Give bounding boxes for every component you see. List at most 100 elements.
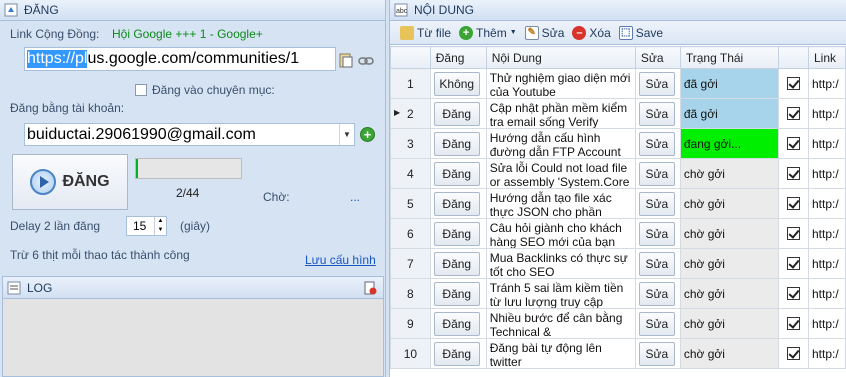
link-cell[interactable]: http:/ (807, 188, 846, 219)
col-header-edit[interactable]: Sửa (634, 46, 681, 69)
table-row[interactable]: 8 Đăng Tránh 5 sai lầm kiềm tiền từ lưu lư… (390, 278, 846, 309)
row-edit-button[interactable]: Sửa (638, 131, 675, 156)
check-cell[interactable] (778, 248, 809, 279)
table-row[interactable]: ▶ 2 Đăng Cập nhật phần mềm kiểm tra email s… (390, 98, 846, 129)
add-account-icon[interactable]: + (360, 127, 375, 142)
clear-log-icon[interactable] (363, 281, 377, 298)
row-checkbox[interactable] (787, 347, 801, 360)
row-post-button[interactable]: Đăng (433, 281, 480, 306)
spinner-arrows-icon[interactable]: ▲ ▼ (154, 217, 166, 235)
edit-button[interactable]: ✎ Sửa (524, 25, 564, 40)
row-edit-button[interactable]: Sửa (638, 191, 675, 216)
row-checkbox[interactable] (787, 227, 801, 240)
row-edit-button[interactable]: Sửa (638, 161, 675, 186)
link-cell[interactable]: http:/ (807, 278, 846, 309)
content-cell[interactable]: Hướng dẫn tạo file xác thực JSON cho phầ… (485, 188, 636, 219)
link-cell[interactable]: http:/ (807, 158, 846, 189)
link-cell[interactable]: http:/ (807, 218, 846, 249)
content-cell[interactable]: Sửa lỗi Could not load file or assembly … (485, 158, 636, 189)
row-number-cell[interactable]: 4 (390, 158, 431, 189)
table-row[interactable]: 6 Đăng Câu hỏi giành cho khách hàng SEO mớ… (390, 218, 846, 249)
row-number-cell[interactable]: 8 (390, 278, 431, 309)
table-row[interactable]: 4 Đăng Sửa lỗi Could not load file or asse… (390, 158, 846, 189)
row-edit-button[interactable]: Sửa (638, 281, 675, 306)
add-button[interactable]: + Thêm ▼ (459, 25, 517, 40)
from-file-button[interactable]: Từ file (400, 25, 451, 40)
save-config-link[interactable]: Lưu cấu hình (305, 253, 376, 267)
row-edit-button[interactable]: Sửa (638, 251, 675, 276)
category-checkbox[interactable] (135, 84, 147, 96)
link-cell[interactable]: http:/ (807, 338, 846, 369)
link-cell[interactable]: http:/ (807, 248, 846, 279)
check-cell[interactable] (778, 128, 809, 159)
link-cell[interactable]: http:/ (807, 308, 846, 339)
row-number-cell[interactable]: 6 (390, 218, 431, 249)
row-post-button[interactable]: Không (433, 71, 480, 96)
row-post-button[interactable]: Đăng (433, 131, 480, 156)
row-number-cell[interactable]: 3 (390, 128, 431, 159)
content-cell[interactable]: Cập nhật phần mềm kiểm tra email sống Ve… (485, 98, 636, 129)
community-name-link[interactable]: Hội Google +++ 1 - Google+ (112, 27, 263, 41)
row-post-button[interactable]: Đăng (433, 221, 480, 246)
row-number-cell[interactable]: 1 (390, 68, 431, 99)
table-row[interactable]: 9 Đăng Nhiều bước để cân bằng Technical & S… (390, 308, 846, 339)
row-edit-button[interactable]: Sửa (638, 221, 675, 246)
check-cell[interactable] (778, 338, 809, 369)
content-cell[interactable]: Nhiều bước để cân bằng Technical & (485, 308, 636, 339)
check-cell[interactable] (778, 68, 809, 99)
col-header-status[interactable]: Trạng Thái (679, 46, 780, 69)
delete-button[interactable]: – Xóa (572, 25, 611, 40)
row-checkbox[interactable] (787, 77, 801, 90)
post-button[interactable]: ĐĂNG (12, 154, 128, 210)
check-cell[interactable] (778, 278, 809, 309)
content-cell[interactable]: Tránh 5 sai lầm kiềm tiền từ lưu lượng t… (485, 278, 636, 309)
check-cell[interactable] (778, 308, 809, 339)
row-checkbox[interactable] (787, 167, 801, 180)
content-cell[interactable]: Câu hỏi giành cho khách hàng SEO mới của… (485, 218, 636, 249)
content-cell[interactable]: Hướng dẫn cấu hình đường dẫn FTP Account (485, 128, 636, 159)
row-checkbox[interactable] (787, 287, 801, 300)
table-row[interactable]: 1 Không Thử nghiệm giao diện mới của Youtu… (390, 68, 846, 99)
link-chain-icon[interactable] (358, 55, 374, 69)
save-button[interactable]: ⬚ Save (618, 25, 663, 40)
row-edit-button[interactable]: Sửa (638, 311, 675, 336)
row-edit-button[interactable]: Sửa (638, 101, 675, 126)
col-header-link[interactable]: Link (807, 46, 846, 69)
row-post-button[interactable]: Đăng (433, 341, 480, 366)
row-post-button[interactable]: Đăng (433, 161, 480, 186)
community-url-input[interactable]: https://pl us.google.com/communities/1 (24, 47, 336, 71)
row-checkbox[interactable] (787, 107, 801, 120)
content-cell[interactable]: Đăng bài tự động lên twitter (485, 338, 636, 369)
row-edit-button[interactable]: Sửa (638, 341, 675, 366)
row-number-cell[interactable]: 10 (390, 338, 431, 369)
check-cell[interactable] (778, 98, 809, 129)
delay-spinner[interactable]: 15 ▲ ▼ (126, 216, 167, 236)
row-post-button[interactable]: Đăng (433, 191, 480, 216)
check-cell[interactable] (778, 218, 809, 249)
row-checkbox[interactable] (787, 257, 801, 270)
col-header-post[interactable]: Đăng (429, 46, 487, 69)
row-post-button[interactable]: Đăng (433, 251, 480, 276)
table-row[interactable]: 10 Đăng Đăng bài tự động lên twitter Sửa chờ… (390, 338, 846, 369)
paste-icon[interactable] (339, 52, 353, 71)
row-checkbox[interactable] (787, 137, 801, 150)
row-edit-button[interactable]: Sửa (638, 71, 675, 96)
link-cell[interactable]: http:/ (807, 128, 846, 159)
table-row[interactable]: 3 Đăng Hướng dẫn cấu hình đường dẫn FTP Ac… (390, 128, 846, 159)
link-cell[interactable]: http:/ (807, 98, 846, 129)
chevron-down-icon[interactable]: ▼ (339, 124, 354, 145)
account-select[interactable]: buiductai.29061990@gmail.com ▼ (24, 123, 355, 146)
check-cell[interactable] (778, 158, 809, 189)
col-header-check[interactable] (778, 46, 809, 69)
content-cell[interactable]: Thử nghiệm giao diện mới của Youtube (485, 68, 636, 99)
link-cell[interactable]: http:/ (807, 68, 846, 99)
row-post-button[interactable]: Đăng (433, 101, 480, 126)
row-number-cell[interactable]: 5 (390, 188, 431, 219)
content-cell[interactable]: Mua Backlinks có thực sự tốt cho SEO (485, 248, 636, 279)
check-cell[interactable] (778, 188, 809, 219)
table-row[interactable]: 5 Đăng Hướng dẫn tạo file xác thực JSON ch… (390, 188, 846, 219)
row-number-cell[interactable]: 7 (390, 248, 431, 279)
row-number-cell[interactable]: 9 (390, 308, 431, 339)
row-checkbox[interactable] (787, 317, 801, 330)
col-header-content[interactable]: Nội Dung (485, 46, 636, 69)
